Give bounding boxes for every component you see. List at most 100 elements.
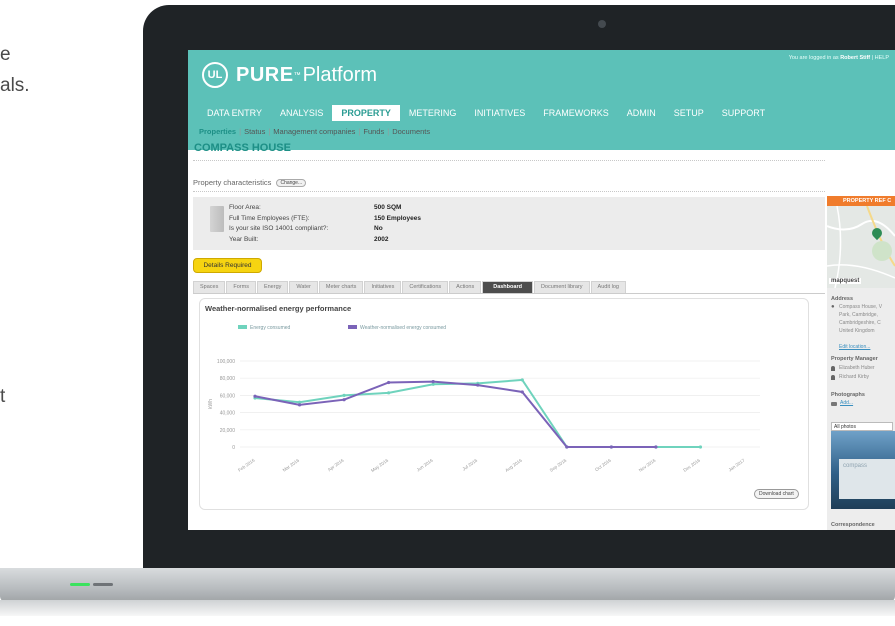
correspondence-label: Correspondence bbox=[831, 522, 875, 528]
tab-meter-charts[interactable]: Meter charts bbox=[318, 281, 364, 293]
camera-dot bbox=[598, 20, 606, 28]
nav-item-initiatives[interactable]: INITIATIVES bbox=[465, 105, 534, 121]
x-tick-label: Mar 2016 bbox=[282, 457, 301, 472]
nav-item-setup[interactable]: SETUP bbox=[665, 105, 713, 121]
tab-document-library[interactable]: Document library bbox=[533, 281, 590, 293]
map-graphic bbox=[827, 206, 895, 288]
nav-item-property[interactable]: PROPERTY bbox=[332, 105, 400, 121]
tab-forms[interactable]: Forms bbox=[226, 281, 256, 293]
y-axis-label: kWh bbox=[208, 399, 214, 409]
tab-initiatives[interactable]: Initiatives bbox=[364, 281, 402, 293]
bg-text-line2: als. bbox=[0, 75, 30, 96]
legend-label: Weather-normalised energy consumed bbox=[360, 325, 446, 331]
details-required-button[interactable]: Details Required bbox=[193, 258, 262, 273]
series-line-1 bbox=[254, 378, 701, 448]
y-tick-label: 100,000 bbox=[217, 359, 235, 365]
tab-energy[interactable]: Energy bbox=[256, 281, 289, 293]
nav-item-frameworks[interactable]: FRAMEWORKS bbox=[534, 105, 618, 121]
building-icon bbox=[210, 206, 224, 232]
location-map[interactable]: mapquest bbox=[827, 206, 895, 288]
change-button[interactable]: Change... bbox=[276, 179, 307, 188]
property-manager-name[interactable]: Elizabeth Huber bbox=[839, 365, 875, 371]
series-point bbox=[387, 391, 391, 395]
add-photo-link[interactable]: Add... bbox=[840, 400, 853, 406]
subnav-item-documents[interactable]: Documents bbox=[392, 127, 430, 136]
x-tick-label: Aug 2016 bbox=[504, 457, 523, 472]
photo-signage: compass bbox=[843, 463, 868, 469]
series-point bbox=[253, 394, 257, 398]
main-nav: DATA ENTRY ANALYSIS PROPERTY METERING INITIA… bbox=[198, 105, 774, 121]
x-tick-label: May 2016 bbox=[370, 457, 389, 473]
app-screen: UL PURE ™ Platform You are logged in as … bbox=[188, 50, 895, 530]
series-point bbox=[342, 393, 346, 397]
property-field-value: 500 SQM bbox=[374, 204, 402, 211]
tab-dashboard[interactable]: Dashboard bbox=[482, 281, 533, 293]
building-photo[interactable]: compass bbox=[831, 431, 895, 509]
logged-in-prefix: You are logged in as bbox=[788, 55, 839, 61]
series-point bbox=[520, 378, 524, 382]
series-point bbox=[654, 445, 658, 449]
chart-card: Weather-normalised energy performance En… bbox=[199, 298, 809, 510]
photos-filter-select[interactable]: All photos bbox=[831, 422, 893, 431]
y-tick-label: 40,000 bbox=[220, 411, 236, 417]
laptop-shadow bbox=[0, 600, 895, 616]
property-characteristics-label: Property characteristics bbox=[193, 178, 272, 187]
help-link[interactable]: | HELP bbox=[872, 55, 889, 61]
legend-swatch bbox=[238, 325, 247, 329]
pure-platform-logo[interactable]: UL PURE ™ Platform bbox=[202, 62, 377, 88]
series-point bbox=[431, 380, 435, 384]
led-green bbox=[70, 583, 90, 586]
subnav-separator: | bbox=[387, 127, 390, 136]
property-field-label: Is your site ISO 14001 compliant?: bbox=[229, 225, 329, 232]
property-tabs: Spaces Forms Energy Water Meter charts Initia… bbox=[193, 281, 825, 294]
subnav-item-management-companies[interactable]: Management companies bbox=[273, 127, 355, 136]
tab-audit-log[interactable]: Audit log bbox=[590, 281, 626, 293]
nav-item-support[interactable]: SUPPORT bbox=[713, 105, 774, 121]
tab-actions[interactable]: Actions bbox=[449, 281, 482, 293]
edit-location-link[interactable]: Edit location... bbox=[839, 344, 870, 350]
nav-item-admin[interactable]: ADMIN bbox=[618, 105, 665, 121]
y-tick-label: 20,000 bbox=[220, 428, 236, 434]
address-line: Compass House, V bbox=[839, 304, 883, 310]
series-point bbox=[342, 398, 346, 402]
address-label: Address bbox=[831, 296, 854, 302]
camera-icon bbox=[831, 402, 837, 406]
logo-trademark: ™ bbox=[293, 71, 301, 79]
x-tick-label: Dec 2016 bbox=[682, 457, 701, 472]
series-point bbox=[609, 445, 613, 449]
nav-item-metering[interactable]: METERING bbox=[400, 105, 466, 121]
tab-spaces[interactable]: Spaces bbox=[193, 281, 226, 293]
logged-in-status: You are logged in as Robert Stiff | HELP bbox=[789, 55, 889, 61]
property-manager-label: Property Manager bbox=[831, 356, 878, 362]
series-point bbox=[297, 403, 302, 407]
x-tick-label: Apr 2016 bbox=[327, 457, 345, 472]
bg-text-line3: t bbox=[0, 386, 6, 407]
download-chart-button[interactable]: Download chart bbox=[754, 489, 799, 499]
property-manager-name[interactable]: Richard Kirby bbox=[839, 374, 869, 380]
divider bbox=[193, 160, 825, 161]
x-tick-label: Nov 2016 bbox=[638, 457, 657, 472]
series-point bbox=[565, 445, 569, 449]
subnav-item-properties[interactable]: Properties bbox=[199, 127, 236, 136]
tab-certifications[interactable]: Certifications bbox=[402, 281, 449, 293]
person-icon bbox=[831, 366, 835, 371]
subnav-item-funds[interactable]: Funds bbox=[363, 127, 384, 136]
legend-label: Energy consumed bbox=[250, 325, 291, 331]
subnav-item-status[interactable]: Status bbox=[244, 127, 265, 136]
ul-logo-icon: UL bbox=[202, 62, 228, 88]
property-sidebar: PROPERTY REF C mapquest Address ● Compas… bbox=[827, 196, 895, 530]
photographs-label: Photographs bbox=[831, 392, 865, 398]
x-tick-label: Sep 2016 bbox=[549, 457, 568, 472]
bg-text-line1: e bbox=[0, 44, 11, 65]
y-tick-label: 60,000 bbox=[220, 393, 236, 399]
mapquest-logo: mapquest bbox=[829, 278, 862, 284]
x-tick-label: Oct 2016 bbox=[594, 457, 612, 472]
nav-item-analysis[interactable]: ANALYSIS bbox=[271, 105, 332, 121]
sub-nav: Properties | Status | Management companies | F… bbox=[199, 127, 430, 136]
nav-item-data-entry[interactable]: DATA ENTRY bbox=[198, 105, 271, 121]
series-point bbox=[387, 380, 391, 385]
logged-in-user[interactable]: Robert Stiff bbox=[840, 55, 870, 61]
subnav-separator: | bbox=[239, 127, 242, 136]
tab-water[interactable]: Water bbox=[289, 281, 318, 293]
series-point bbox=[520, 390, 524, 394]
